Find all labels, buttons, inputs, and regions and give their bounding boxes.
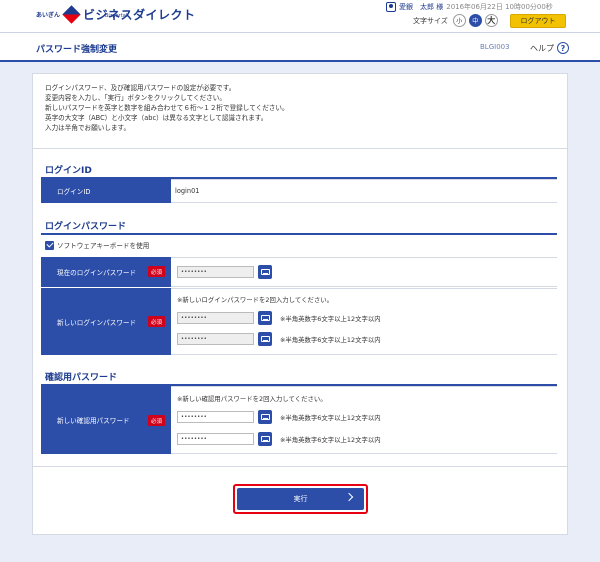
confirm-password-instruction: ※新しい確認用パスワードを2回入力してください。: [177, 395, 327, 403]
chevron-right-icon: [344, 492, 354, 502]
execute-button[interactable]: 実行: [237, 488, 364, 510]
required-badge: 必須: [148, 316, 165, 327]
new-password-input[interactable]: ••••••••: [177, 312, 254, 324]
software-keyboard-toggle[interactable]: ソフトウェアキーボードを使用: [45, 240, 149, 250]
keyboard-icon: [260, 315, 270, 321]
software-keyboard-button[interactable]: [258, 410, 272, 424]
logo-service-name: ビジネスダイレクト: [83, 8, 196, 22]
software-keyboard-button[interactable]: [258, 311, 272, 325]
font-size-label: 文字サイズ: [413, 16, 448, 25]
new-password-label: 新しいログインパスワード: [57, 318, 137, 327]
logo-diamond-icon: [62, 5, 81, 24]
password-hint: ※半角英数字6文字以上12文字以内: [280, 414, 381, 422]
confirm-password-input[interactable]: ••••••••: [177, 411, 254, 423]
instruction-line: 英字の大文字（ABC）と小文字（abc）は異なる文字として認識されます。: [45, 114, 268, 122]
login-id-section-title: ログインID: [45, 166, 92, 176]
instruction-line: 変更内容を入力し、「実行」ボタンをクリックしてください。: [45, 94, 226, 102]
login-id-label-cell: ログインID: [41, 179, 171, 203]
title-bar: パスワード強制変更 BLGI003 ヘルプ ?: [0, 32, 600, 62]
confirm-password-section-title: 確認用パスワード: [45, 373, 118, 383]
header: あいぎん ビジネスダイレクト Bizportal 愛銀 太郎 様 2016年06…: [0, 0, 600, 32]
software-keyboard-label: ソフトウェアキーボードを使用: [57, 242, 150, 250]
keyboard-icon: [260, 336, 270, 342]
execute-button-label: 実行: [293, 495, 308, 503]
divider: [33, 148, 567, 149]
font-size-large-button[interactable]: 大: [484, 14, 498, 27]
keyboard-icon: [260, 436, 270, 442]
login-password-section-title: ログインパスワード: [45, 222, 127, 232]
divider: [33, 466, 567, 467]
instructions: ログインパスワード、及び確認用パスワードの設定が必要です。 変更内容を入力し、「…: [45, 83, 289, 133]
execute-button-highlight: 実行: [233, 484, 368, 514]
logo-subtitle: Bizportal: [105, 13, 128, 19]
login-id-label: ログインID: [57, 188, 91, 196]
password-hint: ※半角英数字6文字以上12文字以内: [280, 336, 381, 344]
user-info: 愛銀 太郎 様 2016年06月22日 10時00分00秒: [386, 2, 553, 12]
software-keyboard-button[interactable]: [258, 265, 272, 279]
confirm-password-label: 新しい確認用パスワード: [57, 417, 130, 425]
new-password-instruction: ※新しいログインパスワードを2回入力してください。: [177, 296, 334, 304]
font-size-switcher: 文字サイズ 小 中 大: [413, 14, 498, 27]
keyboard-icon: [260, 414, 270, 420]
user-icon: [386, 2, 396, 12]
keyboard-icon: [260, 269, 270, 275]
current-password-input[interactable]: ••••••••: [177, 266, 254, 278]
new-password-confirm-input[interactable]: ••••••••: [177, 333, 254, 345]
password-hint: ※半角英数字6文字以上12文字以内: [280, 436, 381, 444]
logo-bank-name: あいぎん: [36, 12, 61, 19]
login-id-value-cell: [171, 179, 557, 203]
font-size-small-button[interactable]: 小: [452, 14, 466, 27]
instruction-line: 新しいパスワードを英字と数字を組み合わせて６桁～１２桁で登録してください。: [45, 104, 289, 112]
required-badge: 必須: [148, 415, 165, 426]
login-id-value: login01: [175, 187, 200, 195]
software-keyboard-button[interactable]: [258, 332, 272, 346]
page-title: パスワード強制変更: [36, 45, 118, 55]
checkbox-checked-icon[interactable]: [45, 240, 54, 250]
user-name: 愛銀 太郎 様: [399, 3, 444, 11]
logout-button[interactable]: ログアウト: [510, 14, 566, 28]
current-password-label: 現在のログインパスワード: [57, 269, 137, 277]
help-icon: ?: [557, 42, 569, 54]
screen-code: BLGI003: [480, 43, 510, 51]
required-badge: 必須: [148, 266, 165, 277]
help-label: ヘルプ: [530, 43, 554, 53]
help-link[interactable]: ヘルプ ?: [530, 42, 569, 54]
confirm-password-confirm-input[interactable]: ••••••••: [177, 433, 254, 445]
section-divider: [41, 233, 557, 235]
last-login-time: 2016年06月22日 10時00分00秒: [446, 3, 553, 11]
instruction-line: ログインパスワード、及び確認用パスワードの設定が必要です。: [45, 84, 236, 92]
software-keyboard-button[interactable]: [258, 432, 272, 446]
instruction-line: 入力は半角でお願いします。: [45, 124, 131, 132]
password-hint: ※半角英数字6文字以上12文字以内: [280, 315, 381, 323]
font-size-medium-button[interactable]: 中: [468, 14, 482, 27]
